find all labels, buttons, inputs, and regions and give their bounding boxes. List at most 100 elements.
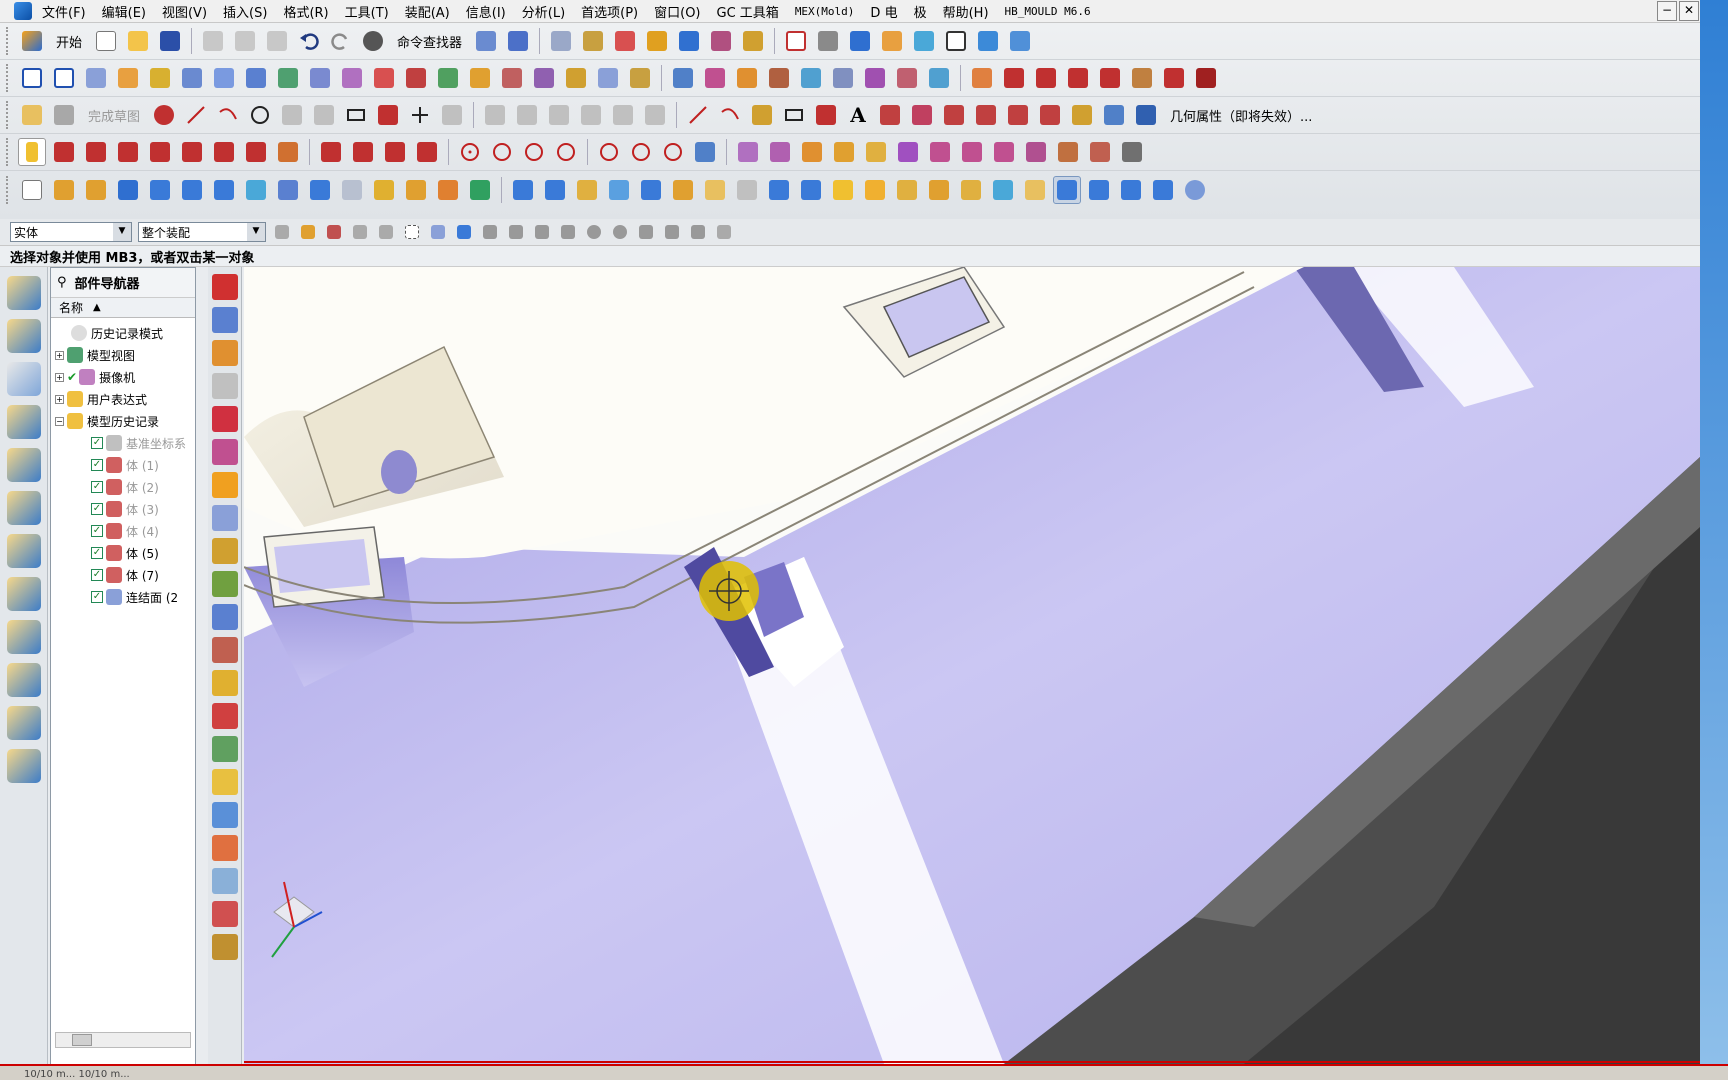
spline-icon[interactable] [748,101,776,129]
body-select-icon[interactable] [428,222,448,242]
new-sketch-icon[interactable] [18,176,46,204]
ejector-icon[interactable] [212,934,238,960]
extract-geometry-icon[interactable] [1068,101,1096,129]
history-icon[interactable] [7,534,41,568]
visibility-checkbox[interactable]: ✓ [91,459,103,471]
undo-icon[interactable] [295,27,323,55]
curve-join-icon[interactable] [1004,101,1032,129]
curve-fit-icon[interactable] [876,101,904,129]
tree-node-linked-face[interactable]: ✓ 连结面 (2 [51,586,195,608]
point-plus-icon[interactable] [406,101,434,129]
tree-node-body-1[interactable]: ✓ 体 (1) [51,454,195,476]
menu-view[interactable]: 视图(V) [154,2,215,21]
smooth-poles-icon[interactable] [829,64,857,92]
sketch-icon[interactable] [18,101,46,129]
layered-face-icon[interactable] [1021,176,1049,204]
quadrant-point-icon[interactable] [210,138,238,166]
slide-icon[interactable] [212,868,238,894]
mesh-books-icon[interactable] [509,176,537,204]
intersection-point-icon[interactable] [146,138,174,166]
pocket-icon[interactable] [1086,138,1114,166]
geometry-props-button[interactable]: 几何属性（即将失效）... [1164,106,1318,125]
tree-node-cameras[interactable]: + ✔ 摄像机 [51,366,195,388]
ruler-icon[interactable] [739,27,767,55]
section-surface-icon[interactable] [594,64,622,92]
move-component-icon[interactable] [212,340,238,366]
sew-icon[interactable] [466,64,494,92]
stack-icon[interactable] [212,538,238,564]
system-materials-icon[interactable] [7,577,41,611]
n-sided-surface-icon[interactable] [242,64,270,92]
offset-face-icon[interactable] [402,176,430,204]
angle-icon[interactable] [413,138,441,166]
extrude-icon[interactable] [50,176,78,204]
circle-center-2-icon[interactable] [595,138,623,166]
corner-icon[interactable] [545,101,573,129]
expand-icon[interactable]: + [55,350,64,360]
unite-icon[interactable] [958,138,986,166]
trim-sheet-icon[interactable] [370,64,398,92]
cylinder-blue-icon[interactable] [1117,176,1145,204]
drawing-icon[interactable] [212,373,238,399]
blue-part-icon[interactable] [212,802,238,828]
perpendicular-icon[interactable] [349,138,377,166]
slot-icon[interactable] [1118,138,1146,166]
collapse-icon[interactable]: − [55,416,64,426]
orange-box-icon[interactable] [798,138,826,166]
visibility-checkbox[interactable]: ✓ [91,481,103,493]
curve-edit-icon[interactable] [1192,64,1220,92]
system-scene-icon[interactable] [7,749,41,783]
toolbar-grip[interactable] [6,101,10,129]
tree-node-user-expressions[interactable]: + 用户表达式 [51,388,195,410]
redo-icon[interactable] [327,27,355,55]
shaded-cube-icon[interactable] [846,27,874,55]
column-header-name[interactable]: 名称 ▲ [51,298,195,318]
nx-app-icon[interactable] [14,2,32,20]
book-face-icon[interactable] [957,176,985,204]
layer-icon[interactable] [547,27,575,55]
snap-center-icon[interactable] [584,222,604,242]
visibility-checkbox[interactable]: ✓ [91,547,103,559]
mirror-icon[interactable] [609,101,637,129]
minimize-button[interactable]: − [1657,1,1677,21]
finish-sketch-icon[interactable] [50,101,78,129]
rectangle-icon[interactable] [342,101,370,129]
tree-node-body-5[interactable]: ✓ 体 (5) [51,542,195,564]
visibility-checkbox[interactable]: ✓ [91,437,103,449]
process-studio-icon[interactable] [7,620,41,654]
helix-icon[interactable] [812,101,840,129]
cube-grid-icon[interactable] [989,176,1017,204]
chamfer-icon[interactable] [310,101,338,129]
extend-icon[interactable] [513,101,541,129]
change-degree-icon[interactable] [893,64,921,92]
toolbar-grip[interactable] [6,175,10,204]
isoparametric-curve-icon[interactable] [1000,64,1028,92]
copy-icon[interactable] [231,27,259,55]
general-select-icon[interactable] [324,222,344,242]
assembly-navigator-icon[interactable] [7,276,41,310]
match-edge-icon[interactable] [733,64,761,92]
blue-solid-icon[interactable] [797,176,825,204]
datum-axis-icon[interactable] [146,176,174,204]
grid-icon[interactable] [714,222,734,242]
scrollbar-thumb[interactable] [72,1034,92,1046]
bridge-surface-icon[interactable] [626,64,654,92]
yellow-block-icon[interactable] [212,670,238,696]
swept-surface-icon[interactable] [146,64,174,92]
global-shaping-icon[interactable] [861,64,889,92]
mesh-face-icon[interactable] [893,176,921,204]
offset-surface-icon[interactable] [338,64,366,92]
arc-icon[interactable] [214,101,242,129]
yellow-box-icon[interactable] [862,138,890,166]
toolbar-grip[interactable] [6,138,10,166]
type-filter-dropdown[interactable]: 实体 ▼ [10,222,132,242]
rectangle-surface-icon[interactable] [18,64,46,92]
section-view-icon[interactable] [1006,27,1034,55]
menu-preferences[interactable]: 首选项(P) [573,2,646,21]
mold-tool-icon[interactable] [212,604,238,630]
menu-format[interactable]: 格式(R) [275,2,336,21]
offset-curve-icon[interactable] [1160,64,1188,92]
plane-surface-icon[interactable] [50,64,78,92]
move-face-icon[interactable] [605,176,633,204]
draft-icon[interactable] [306,176,334,204]
